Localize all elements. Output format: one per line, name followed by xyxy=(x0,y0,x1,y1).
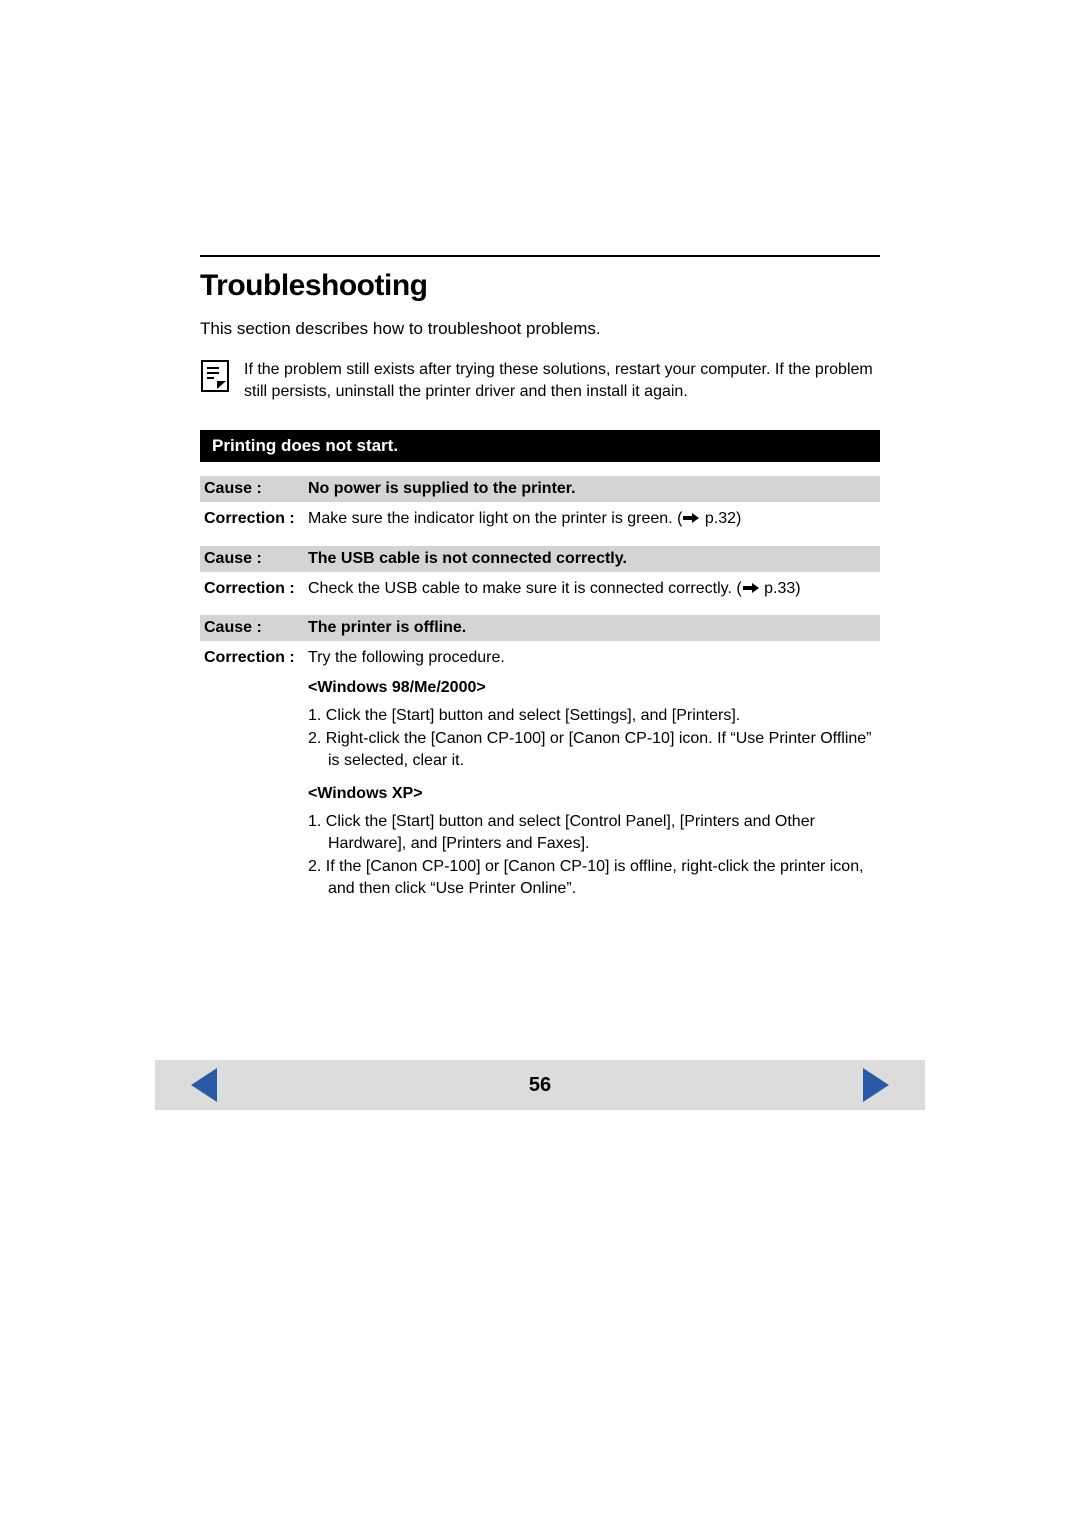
nav-bar: 56 xyxy=(155,1060,925,1110)
procedure-list-win98: 1. Click the [Start] button and select [… xyxy=(308,705,880,772)
page-number: 56 xyxy=(529,1074,551,1097)
list-item: 1. Click the [Start] button and select [… xyxy=(308,811,880,854)
note-icon xyxy=(200,359,230,393)
procedure-heading-win98: <Windows 98/Me/2000> xyxy=(308,677,880,699)
cause-label: Cause : xyxy=(200,550,308,568)
cause-text: The USB cable is not connected correctly… xyxy=(308,550,880,568)
note-text: If the problem still exists after trying… xyxy=(244,359,880,402)
correction-label: Correction : xyxy=(200,647,308,669)
cause-row: Cause : The printer is offline. xyxy=(200,615,880,641)
correction-text: Try the following procedure. xyxy=(308,647,880,669)
cause-text: The printer is offline. xyxy=(308,619,880,637)
list-item: 2. Right-click the [Canon CP-100] or [Ca… xyxy=(308,728,880,771)
nav-prev-button[interactable] xyxy=(191,1068,217,1102)
procedure-heading-winxp: <Windows XP> xyxy=(308,783,880,805)
note-block: If the problem still exists after trying… xyxy=(200,359,880,402)
cause-row: Cause : No power is supplied to the prin… xyxy=(200,476,880,502)
procedure-list-winxp: 1. Click the [Start] button and select [… xyxy=(308,811,880,899)
correction-row: Correction : Check the USB cable to make… xyxy=(200,578,880,600)
cause-row: Cause : The USB cable is not connected c… xyxy=(200,546,880,572)
cause-label: Cause : xyxy=(200,619,308,637)
nav-next-button[interactable] xyxy=(863,1068,889,1102)
intro-text: This section describes how to troublesho… xyxy=(200,319,880,339)
page-title: Troubleshooting xyxy=(200,269,880,303)
list-item: 2. If the [Canon CP-100] or [Canon CP-10… xyxy=(308,856,880,899)
section-header: Printing does not start. xyxy=(200,430,880,462)
cause-label: Cause : xyxy=(200,480,308,498)
arrow-right-icon xyxy=(743,578,759,600)
correction-label: Correction : xyxy=(200,508,308,530)
list-item: 1. Click the [Start] button and select [… xyxy=(308,705,880,727)
arrow-right-icon xyxy=(683,508,699,530)
correction-text: Check the USB cable to make sure it is c… xyxy=(308,578,880,600)
correction-label: Correction : xyxy=(200,578,308,600)
correction-row: Correction : Make sure the indicator lig… xyxy=(200,508,880,530)
correction-row: Correction : Try the following procedure… xyxy=(200,647,880,669)
correction-text: Make sure the indicator light on the pri… xyxy=(308,508,880,530)
cause-text: No power is supplied to the printer. xyxy=(308,480,880,498)
